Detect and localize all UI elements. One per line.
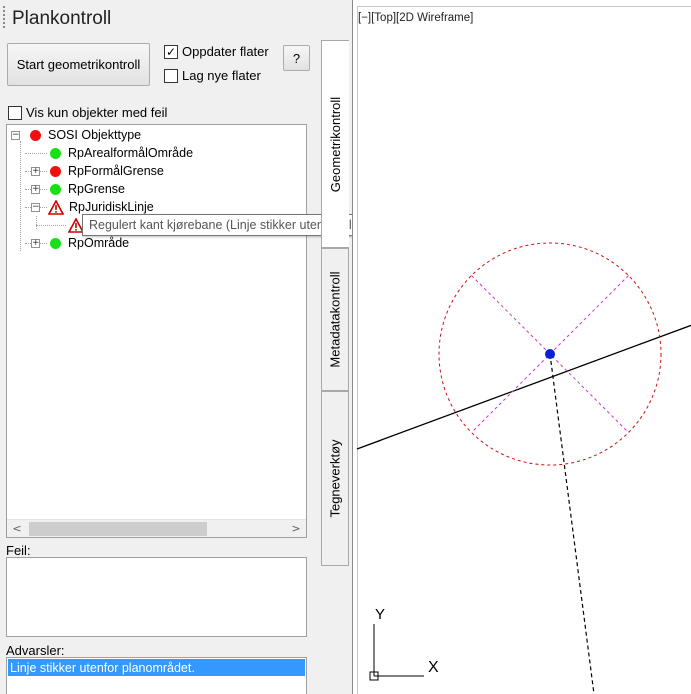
objekttype-tree[interactable]: − SOSI Objekttype RpArealformålOmråde + …: [6, 124, 307, 538]
lag-nye-flater-checkbox[interactable]: Lag nye flater: [164, 68, 261, 83]
status-green-icon: [50, 147, 61, 159]
scroll-thumb[interactable]: [29, 522, 207, 536]
lag-nye-flater-label: Lag nye flater: [182, 68, 261, 83]
scroll-right-arrow-icon[interactable]: >: [288, 522, 304, 536]
panel-title: Plankontroll: [12, 8, 112, 29]
drawing-canvas[interactable]: Y X: [353, 0, 691, 694]
dashed-line[interactable]: [549, 353, 595, 694]
tree-expander-rpformalgrense[interactable]: +: [31, 167, 40, 176]
feil-list[interactable]: [6, 557, 307, 637]
panel-grip[interactable]: [2, 6, 7, 30]
tree-item-sosi-objekttype[interactable]: SOSI Objekttype: [30, 126, 141, 144]
tree-item-label: RpJuridiskLinje: [69, 200, 154, 214]
tab-geometrikontroll[interactable]: Geometrikontroll: [321, 40, 349, 248]
selected-point[interactable]: [545, 349, 555, 359]
oppdater-flater-label: Oppdater flater: [182, 44, 269, 59]
tree-item-label: RpGrense: [68, 182, 125, 196]
feil-label: Feil:: [6, 543, 31, 558]
tree-item-rparealformalomrade[interactable]: RpArealformålOmråde: [50, 144, 193, 162]
vis-kun-feil-label: Vis kun objekter med feil: [26, 105, 168, 120]
status-green-icon: [50, 183, 61, 195]
axis-y-label: Y: [375, 606, 385, 623]
vis-kun-feil-check[interactable]: [8, 105, 22, 120]
tab-label: Metadatakontroll: [327, 271, 343, 368]
lag-nye-flater-check[interactable]: [164, 68, 178, 83]
drawing-viewport[interactable]: [−][Top][2D Wireframe] Y X: [352, 0, 691, 694]
ucs-icon: Y X: [369, 606, 439, 681]
tree-expander-rpgrense[interactable]: +: [31, 185, 40, 194]
tree-item-label: RpFormålGrense: [68, 164, 164, 178]
tab-label: Tegneverktøy: [327, 439, 343, 518]
scroll-left-arrow-icon[interactable]: <: [9, 522, 25, 536]
tree-item-rpformalgrense[interactable]: RpFormålGrense: [50, 162, 164, 180]
drawn-line[interactable]: [356, 324, 691, 450]
advarsler-label: Advarsler:: [6, 643, 65, 658]
tree-item-label: RpOmråde: [68, 236, 130, 250]
tab-label: Geometrikontroll: [328, 96, 343, 192]
axis-x-label: X: [428, 659, 439, 676]
warning-icon: [48, 199, 64, 215]
status-green-icon: [50, 237, 61, 249]
tree-item-rpomrade[interactable]: RpOmråde: [50, 234, 129, 252]
start-geometrikontroll-button[interactable]: Start geometrikontroll: [7, 43, 150, 86]
vis-kun-feil-checkbox[interactable]: Vis kun objekter med feil: [8, 105, 167, 120]
status-red-icon: [50, 165, 61, 177]
plankontroll-panel: Plankontroll Start geometrikontroll ✓ Op…: [0, 0, 427, 694]
advarsler-list[interactable]: Linje stikker utenfor planområdet.: [6, 657, 307, 694]
tree-horizontal-scrollbar[interactable]: < >: [7, 519, 306, 537]
tree-item-label: RpArealformålOmråde: [68, 146, 194, 160]
tab-tegneverktoy[interactable]: Tegneverktøy: [321, 391, 349, 566]
tree-expander-root[interactable]: −: [11, 131, 20, 140]
advarsel-item[interactable]: Linje stikker utenfor planområdet.: [8, 659, 305, 676]
tab-metadatakontroll[interactable]: Metadatakontroll: [321, 248, 349, 391]
tree-item-label: SOSI Objekttype: [48, 128, 142, 142]
help-button[interactable]: ?: [283, 45, 310, 71]
tree-expander-rpomrade[interactable]: +: [31, 239, 40, 248]
tree-item-rpgrense[interactable]: RpGrense: [50, 180, 125, 198]
status-red-icon: [30, 129, 41, 141]
tree-expander-rpjuridisklinje[interactable]: −: [31, 203, 40, 212]
oppdater-flater-check[interactable]: ✓: [164, 44, 178, 59]
oppdater-flater-checkbox[interactable]: ✓ Oppdater flater: [164, 44, 269, 59]
